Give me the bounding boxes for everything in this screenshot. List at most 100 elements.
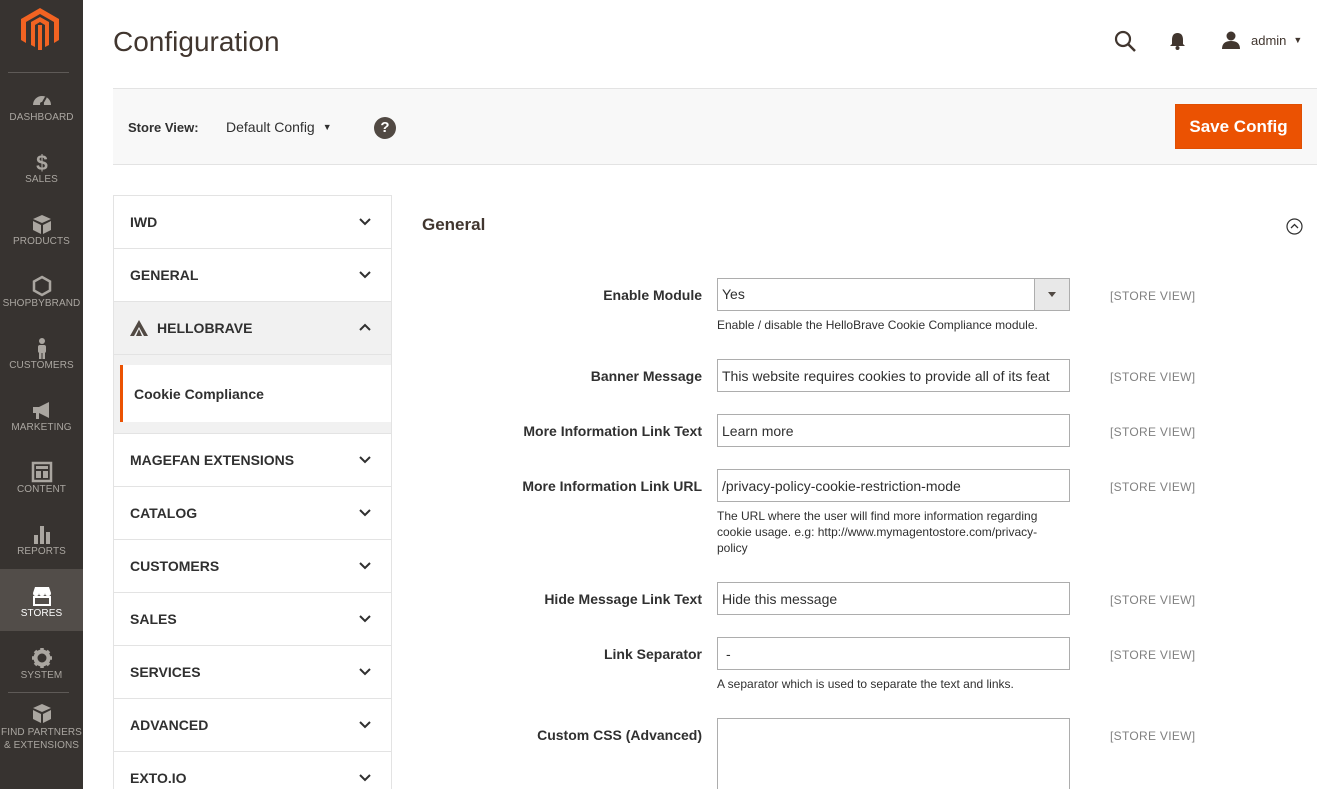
- nav-reports[interactable]: REPORTS: [0, 507, 83, 569]
- tab-label: CATALOG: [130, 505, 198, 521]
- section-title[interactable]: General: [422, 215, 485, 235]
- hexagon-icon: [32, 275, 51, 297]
- chevron-down-icon: [359, 509, 371, 517]
- nav-shopbybrand[interactable]: SHOPBYBRAND: [0, 259, 83, 321]
- tab-customers[interactable]: CUSTOMERS: [114, 540, 391, 593]
- nav-find-partners[interactable]: FIND PARTNERS & EXTENSIONS: [0, 693, 83, 763]
- nav-label: REPORTS: [17, 546, 66, 557]
- chevron-down-icon: [359, 774, 371, 782]
- save-config-button[interactable]: Save Config: [1175, 104, 1302, 149]
- config-tabs: IWD GENERAL HELLOBRAVE Cookie Compliance…: [113, 195, 392, 789]
- tab-exto-io[interactable]: EXTO.IO: [114, 752, 391, 789]
- store-view-value: Default Config: [226, 119, 315, 135]
- scope-label: [STORE VIEW]: [1110, 425, 1196, 439]
- user-icon: [1222, 31, 1240, 49]
- nav-system[interactable]: SYSTEM: [0, 631, 83, 693]
- banner-message-input[interactable]: [717, 359, 1070, 392]
- search-icon[interactable]: [1114, 30, 1136, 52]
- nav-dashboard[interactable]: DASHBOARD: [0, 73, 83, 135]
- chevron-down-icon: [359, 721, 371, 729]
- chevron-down-icon: [359, 271, 371, 279]
- hide-message-link-text-label: Hide Message Link Text: [544, 591, 702, 607]
- nav-stores[interactable]: STORES: [0, 569, 83, 631]
- nav-label: SYSTEM: [20, 670, 63, 681]
- tab-iwd[interactable]: IWD: [114, 196, 391, 249]
- tab-label: SERVICES: [130, 664, 201, 680]
- link-separator-input[interactable]: [717, 637, 1070, 670]
- nav-label: SHOPBYBRAND: [2, 298, 81, 309]
- scope-label: [STORE VIEW]: [1110, 648, 1196, 662]
- tab-label: SALES: [130, 611, 177, 627]
- store-view-dropdown[interactable]: Default Config ▼: [226, 119, 332, 135]
- nav-products[interactable]: PRODUCTS: [0, 197, 83, 259]
- svg-text:$: $: [36, 152, 48, 173]
- enable-module-note: Enable / disable the HelloBrave Cookie C…: [717, 318, 1038, 332]
- more-info-link-url-label: More Information Link URL: [522, 478, 702, 494]
- admin-sidebar: DASHBOARD $ SALES PRODUCTS SHOPBYBRAND C…: [0, 0, 83, 789]
- person-icon: [37, 338, 46, 359]
- tab-label: ADVANCED: [130, 717, 209, 733]
- tab-catalog[interactable]: CATALOG: [114, 487, 391, 540]
- help-icon[interactable]: ?: [374, 117, 396, 139]
- chevron-down-icon: [1034, 279, 1069, 310]
- tab-sales[interactable]: SALES: [114, 593, 391, 646]
- enable-module-select[interactable]: Yes: [717, 278, 1070, 311]
- enable-module-value: Yes: [722, 286, 745, 302]
- tab-label: EXTO.IO: [130, 770, 187, 786]
- more-info-link-text-input[interactable]: [717, 414, 1070, 447]
- nav-label: STORES: [20, 608, 63, 619]
- scope-label: [STORE VIEW]: [1110, 480, 1196, 494]
- admin-user-menu[interactable]: admin ▼: [1222, 30, 1302, 50]
- collapse-section-icon[interactable]: [1286, 218, 1303, 235]
- page-title: Configuration: [113, 26, 280, 57]
- store-switcher-bar: Store View: Default Config ▼ ? Save Conf…: [113, 88, 1317, 165]
- hellobrave-logo-icon: [130, 320, 148, 336]
- nav-marketing[interactable]: MARKETING: [0, 383, 83, 445]
- chevron-down-icon: [359, 218, 371, 226]
- tab-magefan-extensions[interactable]: MAGEFAN EXTENSIONS: [114, 434, 391, 487]
- custom-css-textarea[interactable]: [717, 718, 1070, 789]
- tab-hellobrave-items: Cookie Compliance: [114, 355, 391, 434]
- cube-icon: [32, 215, 51, 234]
- boxes-icon: [32, 704, 51, 723]
- nav-label: MARKETING: [11, 422, 72, 433]
- magento-logo-icon[interactable]: [21, 8, 59, 50]
- dollar-icon: $: [36, 152, 48, 173]
- nav-customers[interactable]: CUSTOMERS: [0, 321, 83, 383]
- chevron-down-icon: [359, 562, 371, 570]
- custom-css-label: Custom CSS (Advanced): [537, 727, 702, 743]
- nav-sales[interactable]: $ SALES: [0, 135, 83, 197]
- scope-label: [STORE VIEW]: [1110, 593, 1196, 607]
- nav-label: CONTENT: [16, 484, 67, 495]
- tab-general[interactable]: GENERAL: [114, 249, 391, 302]
- hide-message-link-text-input[interactable]: [717, 582, 1070, 615]
- link-separator-note: A separator which is used to separate th…: [717, 677, 1014, 691]
- link-separator-label: Link Separator: [603, 646, 702, 662]
- chevron-down-icon: [359, 615, 371, 623]
- chevron-up-icon: [359, 323, 371, 331]
- more-info-link-url-input[interactable]: [717, 469, 1070, 502]
- bell-icon[interactable]: [1169, 32, 1186, 50]
- tab-hellobrave[interactable]: HELLOBRAVE: [114, 302, 391, 355]
- admin-username: admin: [1251, 32, 1287, 48]
- caret-down-icon: ▼: [1293, 35, 1303, 45]
- nav-label: FIND PARTNERS & EXTENSIONS: [1, 727, 82, 751]
- nav-content[interactable]: CONTENT: [0, 445, 83, 507]
- banner-message-label: Banner Message: [590, 368, 702, 384]
- tab-label: HELLOBRAVE: [157, 320, 253, 336]
- tab-label: IWD: [130, 214, 158, 230]
- caret-down-icon: ▼: [322, 122, 332, 132]
- tab-label: CUSTOMERS: [130, 558, 220, 574]
- tab-item-cookie-compliance[interactable]: Cookie Compliance: [120, 365, 391, 422]
- more-info-link-url-note: The URL where the user will find more in…: [717, 509, 1038, 555]
- tab-advanced[interactable]: ADVANCED: [114, 699, 391, 752]
- layout-icon: [31, 461, 52, 483]
- tab-label: GENERAL: [130, 267, 199, 283]
- more-info-link-text-label: More Information Link Text: [523, 423, 702, 439]
- tab-services[interactable]: SERVICES: [114, 646, 391, 699]
- nav-label: PRODUCTS: [13, 236, 70, 247]
- nav-label: DASHBOARD: [9, 112, 74, 123]
- bar-chart-icon: [33, 526, 50, 544]
- tab-label: MAGEFAN EXTENSIONS: [130, 452, 295, 468]
- gear-icon: [31, 648, 52, 668]
